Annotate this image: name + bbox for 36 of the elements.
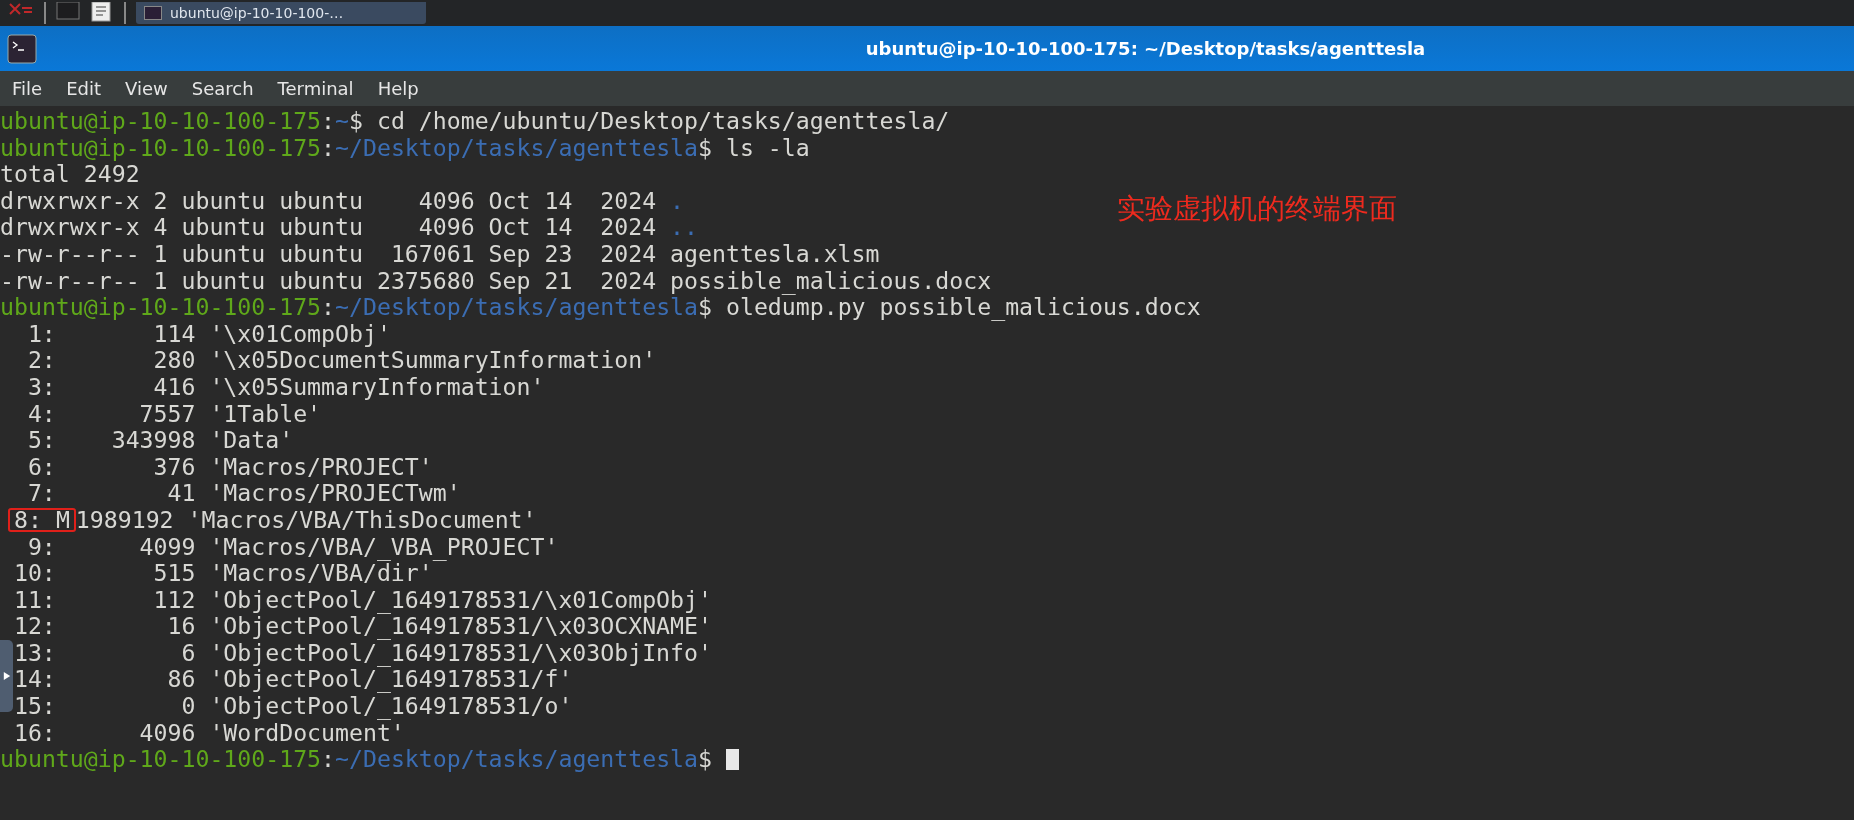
notepad-icon[interactable]	[90, 2, 114, 22]
output-line: 9: 4099 'Macros/VBA/_VBA_PROJECT'	[27, 532, 559, 560]
window-title: ubuntu@ip-10-10-100-175: ~/Desktop/tasks/agenttesla	[865, 37, 1426, 61]
task-button[interactable]: ubuntu@ip-10-10-100-…	[136, 2, 426, 24]
play-icon	[2, 671, 11, 681]
output-line: 15: 0 'ObjectPool/_1649178531/o'	[13, 692, 573, 720]
output-line: 5: 343998 'Data'	[27, 426, 294, 454]
highlighted-stream-flag: 8: M	[8, 507, 76, 532]
listing-line: drwxrwxr-x 2 ubuntu ubuntu 4096 Oct 14 2024 .	[0, 186, 685, 214]
output-line: 1989192 'Macros/VBA/ThisDocument'	[75, 506, 537, 534]
output-line: 3: 416 '\x05SummaryInformation'	[27, 372, 545, 400]
output-line: 11: 112 'ObjectPool/_1649178531/\x01CompObj'	[13, 585, 712, 613]
output-line: 2: 280 '\x05DocumentSummaryInformation'	[27, 346, 657, 374]
menu-item[interactable]: Help	[369, 75, 427, 102]
listing-line: -rw-r--r-- 1 ubuntu ubuntu 2375680 Sep 21 2024 possible_malicious.docx	[0, 266, 992, 294]
listing-line: -rw-r--r-- 1 ubuntu ubuntu 167061 Sep 23 2024 agenttesla.xlsm	[0, 239, 880, 267]
output-line: total 2492	[0, 160, 140, 188]
side-handle[interactable]	[0, 640, 13, 712]
menu-item[interactable]: Edit	[58, 75, 109, 102]
output-line: 1: 114 '\x01CompObj'	[27, 319, 391, 347]
prompt-line: ubuntu@ip-10-10-100-175:~/Desktop/tasks/agenttesla$ ls -la	[0, 134, 810, 162]
prompt-line: ubuntu@ip-10-10-100-175:~$ cd /home/ubuntu/Desktop/tasks/agenttesla/	[0, 108, 950, 135]
menu-item[interactable]: View	[117, 75, 176, 102]
listing-line: drwxrwxr-x 4 ubuntu ubuntu 4096 Oct 14 2024 ..	[0, 213, 698, 241]
output-line: 7: 41 'Macros/PROJECTwm'	[27, 479, 461, 507]
terminal-icon	[144, 6, 162, 20]
output-line: 4: 7557 '1Table'	[27, 399, 322, 427]
prompt-line: ubuntu@ip-10-10-100-175:~/Desktop/tasks/agenttesla$	[0, 746, 712, 773]
output-line: 10: 515 'Macros/VBA/dir'	[13, 559, 433, 587]
menu-item[interactable]: Terminal	[269, 75, 362, 102]
terminal-icon	[7, 33, 37, 64]
menu-item[interactable]: Search	[183, 75, 262, 102]
prompt-line: ubuntu@ip-10-10-100-175:~/Desktop/tasks/agenttesla$ oledump.py possible_malicious.docx	[0, 294, 1201, 321]
output-line: 6: 376 'Macros/PROJECT'	[27, 452, 433, 480]
menu-item[interactable]: File	[4, 75, 51, 102]
annotation-text: 实验虚拟机的终端界面	[1117, 191, 1397, 227]
